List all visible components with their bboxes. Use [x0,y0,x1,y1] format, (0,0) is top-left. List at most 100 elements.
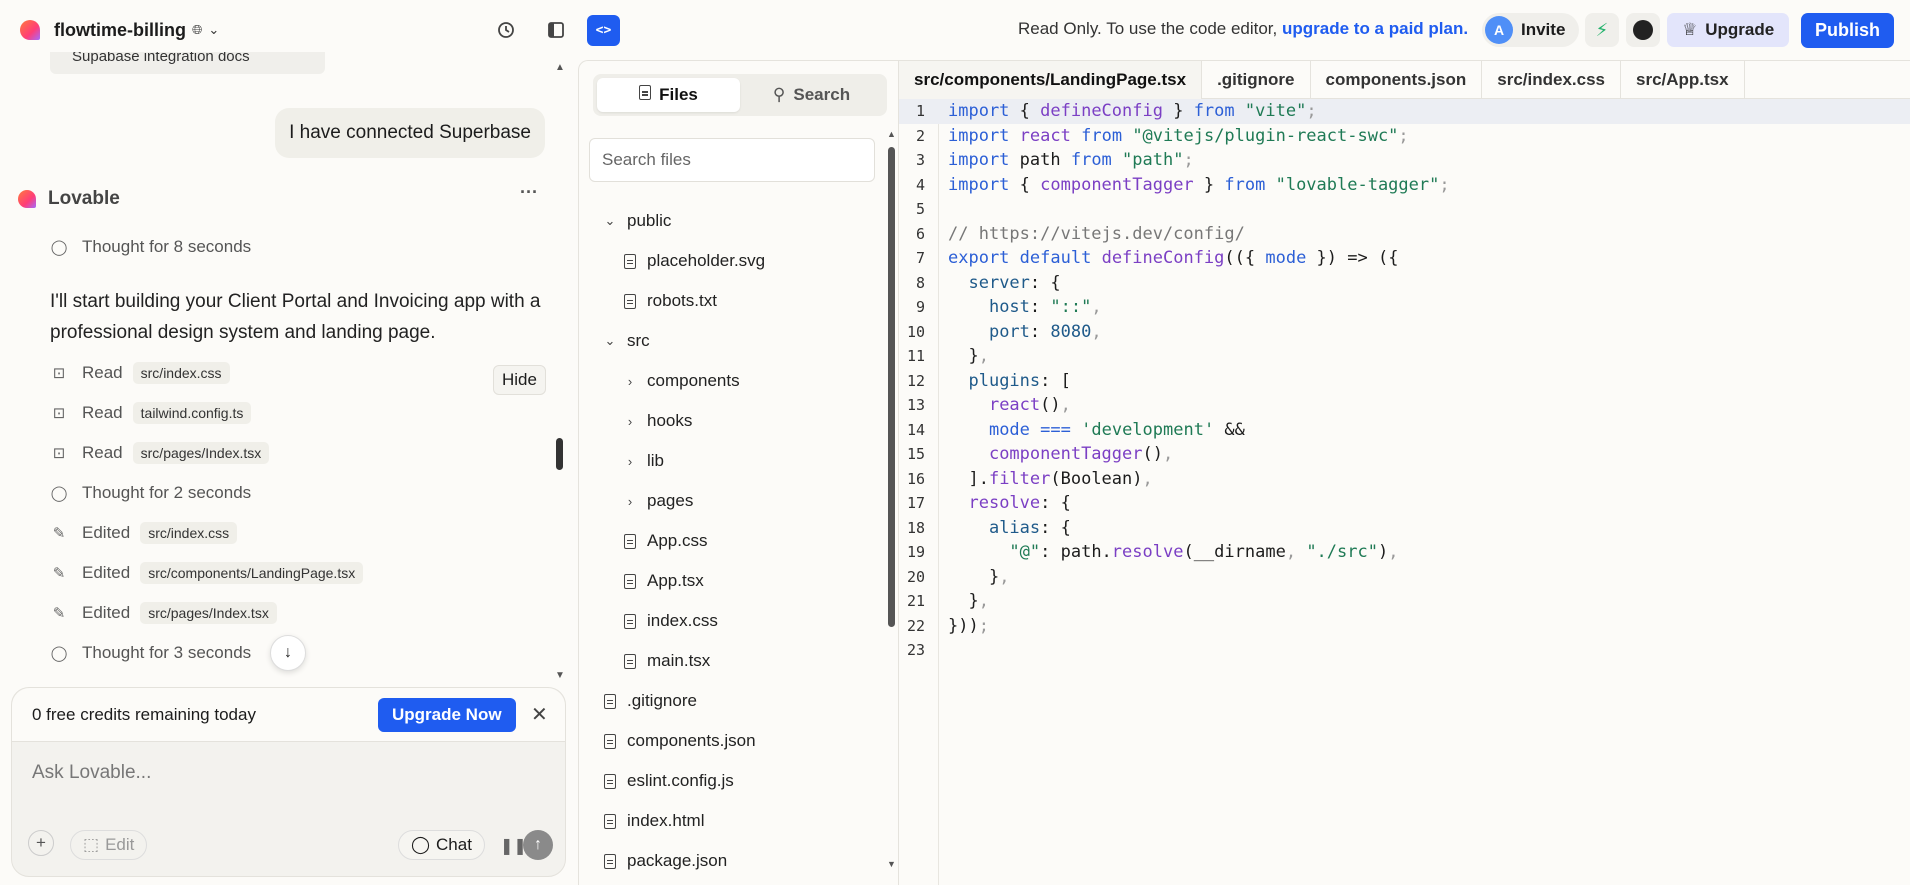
folder-item[interactable]: › hooks [579,401,879,441]
lovable-logo-icon [18,18,44,42]
file-name: pages [647,491,694,510]
file-chip[interactable]: src/index.css [132,362,230,384]
sidebar-toggle-icon[interactable] [542,16,570,44]
editor-tab[interactable]: .gitignore [1202,61,1311,99]
chevron-right-icon: › [627,453,633,469]
upgrade-button[interactable]: ♕ Upgrade [1667,13,1790,47]
file-chip[interactable]: src/index.css [140,522,238,544]
invite-button[interactable]: A Invite [1482,13,1580,47]
ask-lovable-input[interactable] [32,762,532,784]
folder-item[interactable]: › lib [579,441,879,481]
tab-files[interactable]: Files [597,78,740,112]
hide-steps-button[interactable]: Hide [493,365,546,395]
add-attachment-button[interactable]: + [28,830,54,856]
crown-icon: ♕ [1682,20,1698,39]
file-item[interactable]: .gitignore [579,681,879,721]
upgrade-paid-plan-link[interactable]: upgrade to a paid plan. [1282,19,1468,38]
folder-item[interactable]: › components [579,361,879,401]
file-tree-scrollbar[interactable] [888,147,895,627]
file-item[interactable]: eslint.config.js [579,761,879,801]
file-item[interactable]: App.tsx [579,561,879,601]
code-text: import path from "path"; [948,150,1194,170]
file-item[interactable]: components.json [579,721,879,761]
code-area[interactable]: 1 import { defineConfig } from "vite"; 2 im… [899,99,1910,885]
more-options-icon[interactable]: ··· [520,182,538,203]
file-chip[interactable]: src/pages/Index.tsx [132,442,270,464]
code-text: import react from "@vitejs/plugin-react-… [948,125,1409,146]
file-name: index.html [627,811,705,830]
file-item[interactable]: robots.txt [579,281,879,321]
editor-tab[interactable]: src/App.tsx [1621,61,1745,99]
step-item: ✎ Edited src/pages/Index.tsx [50,600,277,626]
code-line: 18 alias: { [899,516,1910,541]
step-item: ⊡ Read src/pages/Index.tsx [50,440,270,466]
file-icon [601,773,619,789]
explorer-tabs: Files ⚲ Search [593,74,887,116]
chat-toolbar [492,16,570,44]
scroll-up-arrow-icon[interactable]: ▲ [887,129,896,139]
code-line: 21 }, [899,589,1910,614]
upgrade-now-button[interactable]: Upgrade Now [378,698,516,732]
chat-scrollbar[interactable] [556,438,563,470]
file-chip[interactable]: src/pages/Index.tsx [140,602,277,624]
agent-name: Lovable [48,188,120,209]
scroll-to-bottom-button[interactable]: ↓ [270,635,306,671]
file-item[interactable]: index.css [579,601,879,641]
code-line: 11 }, [899,344,1910,369]
file-search-icon [639,85,652,105]
composer: 0 free credits remaining today Upgrade N… [11,687,566,877]
line-number: 4 [915,175,925,194]
scroll-up-arrow-icon[interactable]: ▲ [555,62,565,73]
code-view-button[interactable]: <> [587,15,620,46]
scroll-down-arrow-icon[interactable]: ▼ [887,859,896,869]
supabase-bolt-icon[interactable]: ⚡︎ [1585,13,1619,47]
history-icon[interactable] [492,16,520,44]
line-number: 13 [906,396,925,414]
code-line: 7 export default defineConfig(({ mode }) … [899,246,1910,271]
github-icon[interactable] [1626,13,1660,47]
file-icon [621,533,639,549]
send-button[interactable]: ↑ [523,830,553,860]
file-icon [621,613,639,629]
edit-icon: ✎ [52,605,66,622]
supabase-docs-chip[interactable]: Supabase integration docs [50,52,325,74]
folder-item[interactable]: › pages [579,481,879,521]
project-name: flowtime-billing [54,19,186,40]
file-name: robots.txt [647,291,717,310]
folder-item[interactable]: ⌄ src [579,321,879,361]
file-chip[interactable]: src/components/LandingPage.tsx [140,562,364,584]
credits-banner: 0 free credits remaining today Upgrade N… [12,688,565,742]
folder-item[interactable]: ⌄ public [579,201,879,241]
line-number: 21 [906,592,925,610]
scroll-down-arrow-icon[interactable]: ▼ [555,670,565,681]
file-item[interactable]: main.tsx [579,641,879,681]
tab-search[interactable]: ⚲ Search [740,78,883,112]
file-chip[interactable]: tailwind.config.ts [132,402,252,424]
readonly-notice: Read Only. To use the code editor, upgra… [1018,19,1468,39]
line-number: 6 [915,224,925,243]
search-files-input[interactable] [589,138,875,182]
line-number: 14 [906,420,925,439]
editor-tab[interactable]: components.json [1311,61,1483,99]
code-line: 16 ].filter(Boolean), [899,467,1910,492]
step-item: ⊡ Read src/index.css [50,360,230,386]
editor-tab[interactable]: src/index.css [1482,61,1621,99]
chevron-right-icon: › [627,373,633,389]
line-number: 23 [906,641,925,659]
file-name: public [627,211,672,230]
file-item[interactable]: App.css [579,521,879,561]
edit-mode-button[interactable]: ⬚ Edit [70,830,148,860]
file-name: App.tsx [647,571,704,590]
publish-button[interactable]: Publish [1801,13,1895,48]
chat-mode-button[interactable]: ◯ Chat [398,830,485,860]
file-item[interactable]: index.html [579,801,879,841]
file-icon [601,693,619,709]
editor-tab[interactable]: src/components/LandingPage.tsx [899,61,1203,99]
code-text: ].filter(Boolean), [948,468,1153,489]
file-item[interactable]: package.json [579,841,879,881]
file-item[interactable]: placeholder.svg [579,241,879,281]
close-icon[interactable]: ✕ [531,702,548,727]
project-switcher[interactable]: flowtime-billing 🌐︎ ⌄ [18,16,219,44]
credits-text: 0 free credits remaining today [32,704,256,724]
file-icon [601,813,619,829]
